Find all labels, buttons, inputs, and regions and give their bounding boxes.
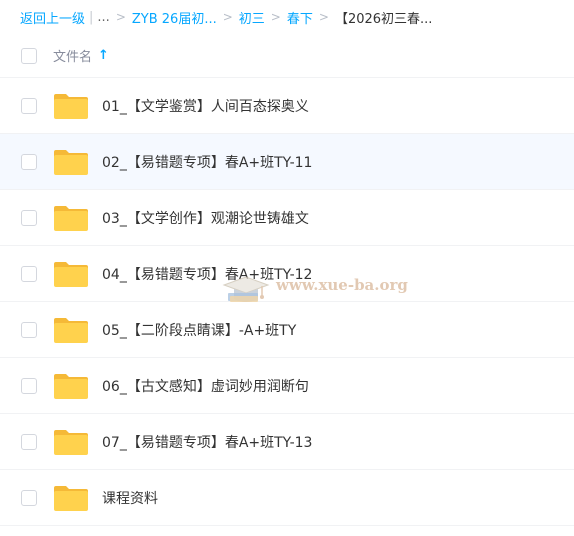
row-checkbox[interactable]	[21, 434, 37, 450]
select-all-checkbox[interactable]	[21, 47, 37, 64]
file-name[interactable]: 06_【古文感知】虚词妙用润断句	[102, 376, 309, 396]
file-row[interactable]: 01_【文学鉴赏】人间百态探奥义	[0, 78, 574, 134]
row-checkbox[interactable]	[21, 154, 37, 170]
folder-icon	[54, 318, 88, 343]
folder-icon	[54, 262, 88, 287]
sort-by-name[interactable]: 文件名 ↑	[53, 46, 109, 65]
row-checkbox[interactable]	[21, 98, 37, 114]
row-checkbox[interactable]	[21, 378, 37, 394]
file-name[interactable]: 07_【易错题专项】春A+班TY-13	[102, 432, 312, 452]
file-row[interactable]: 05_【二阶段点睛课】-A+班TY	[0, 302, 574, 358]
file-name[interactable]: 05_【二阶段点睛课】-A+班TY	[102, 320, 296, 340]
list-header: 文件名 ↑	[0, 34, 574, 78]
breadcrumb-item[interactable]: ZYB 26届初...	[132, 8, 217, 27]
row-checkbox[interactable]	[21, 322, 37, 338]
folder-icon	[54, 430, 88, 455]
breadcrumb-ellipsis[interactable]: ...	[97, 10, 109, 25]
chevron-right-icon: >	[318, 10, 329, 24]
arrow-up-icon: ↑	[98, 48, 109, 63]
folder-icon	[54, 150, 88, 175]
chevron-right-icon: >	[270, 10, 281, 24]
file-row[interactable]: 06_【古文感知】虚词妙用润断句	[0, 358, 574, 414]
breadcrumb: 返回上一级 | ... > ZYB 26届初... > 初三 > 春下 > 【2…	[0, 0, 574, 34]
folder-icon	[54, 206, 88, 231]
file-row[interactable]: 03_【文学创作】观潮论世铸雄文	[0, 190, 574, 246]
file-list: 01_【文学鉴赏】人间百态探奥义 02_【易错题专项】春A+班TY-11 03_【文…	[0, 78, 574, 526]
file-row[interactable]: 课程资料	[0, 470, 574, 526]
file-name[interactable]: 03_【文学创作】观潮论世铸雄文	[102, 208, 309, 228]
breadcrumb-current: 【2026初三春...	[334, 11, 433, 27]
breadcrumb-item[interactable]: 初三	[239, 8, 265, 27]
file-row[interactable]: 02_【易错题专项】春A+班TY-11	[0, 134, 574, 190]
folder-icon	[54, 374, 88, 399]
chevron-right-icon: >	[115, 10, 126, 24]
file-row[interactable]: 07_【易错题专项】春A+班TY-13	[0, 414, 574, 470]
row-checkbox[interactable]	[21, 490, 37, 506]
row-checkbox[interactable]	[21, 210, 37, 226]
breadcrumb-divider: |	[89, 9, 94, 25]
column-header-name: 文件名	[53, 50, 93, 65]
file-name[interactable]: 02_【易错题专项】春A+班TY-11	[102, 152, 312, 172]
folder-icon	[54, 486, 88, 511]
chevron-right-icon: >	[222, 10, 233, 24]
breadcrumb-item[interactable]: 春下	[287, 8, 313, 27]
back-link[interactable]: 返回上一级	[20, 8, 85, 27]
folder-icon	[54, 94, 88, 119]
row-checkbox[interactable]	[21, 266, 37, 282]
file-name[interactable]: 01_【文学鉴赏】人间百态探奥义	[102, 96, 309, 116]
file-name[interactable]: 课程资料	[102, 488, 158, 508]
file-row[interactable]: 04_【易错题专项】春A+班TY-12	[0, 246, 574, 302]
file-name[interactable]: 04_【易错题专项】春A+班TY-12	[102, 264, 312, 284]
